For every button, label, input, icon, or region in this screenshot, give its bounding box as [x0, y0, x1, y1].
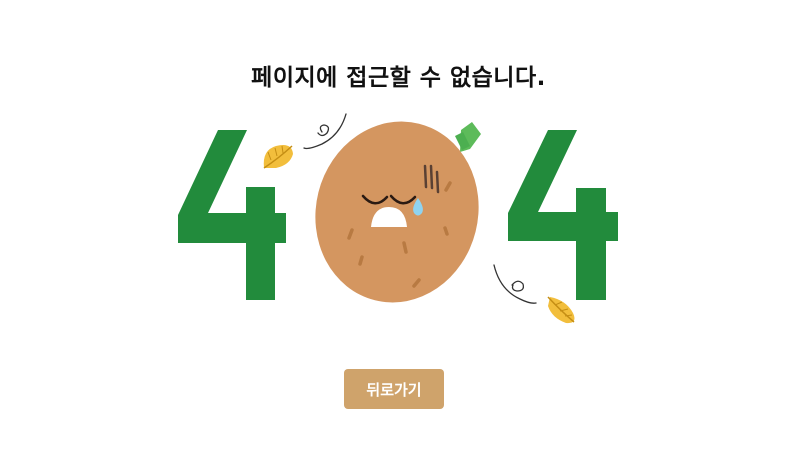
wind-curl-bottom: [493, 264, 537, 304]
wind-curl-top: [303, 113, 347, 150]
leaf-icon: [263, 145, 293, 169]
back-button[interactable]: 뒤로가기: [344, 369, 444, 409]
leaf-icon: [547, 296, 575, 324]
potato-sprout: [455, 122, 481, 152]
digit-four-right: [508, 130, 618, 300]
